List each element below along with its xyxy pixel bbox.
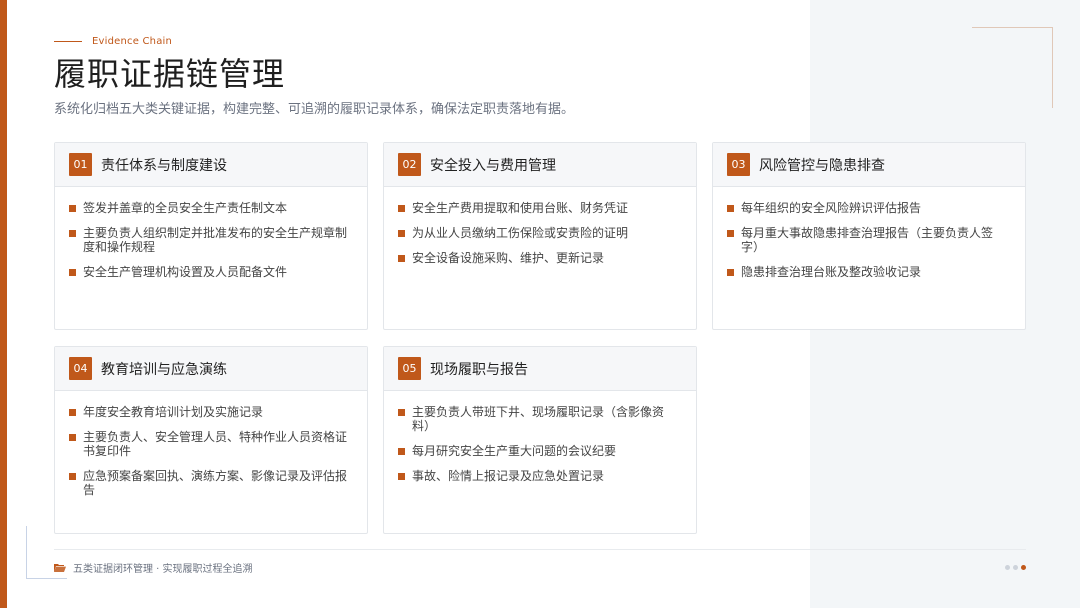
square-bullet-icon — [69, 230, 76, 237]
square-bullet-icon — [727, 205, 734, 212]
list-item-text: 每月研究安全生产重大问题的会议纪要 — [412, 444, 617, 458]
square-bullet-icon — [398, 473, 405, 480]
evidence-card-05: 05 现场履职与报告 主要负责人带班下井、现场履职记录（含影像资料） 每月研究安… — [383, 346, 697, 534]
card-number: 04 — [69, 357, 92, 380]
card-header: 02 安全投入与费用管理 — [384, 143, 696, 187]
card-header: 05 现场履职与报告 — [384, 347, 696, 391]
list-item-text: 安全生产费用提取和使用台账、财务凭证 — [412, 201, 629, 215]
list-item-text: 应急预案备案回执、演练方案、影像记录及评估报告 — [83, 469, 348, 497]
list-item-text: 每年组织的安全风险辨识评估报告 — [741, 201, 922, 215]
list-item: 每年组织的安全风险辨识评估报告 — [727, 201, 1011, 215]
kicker-line — [54, 40, 82, 42]
card-header: 03 风险管控与隐患排查 — [713, 143, 1025, 187]
list-item: 每月重大事故隐患排查治理报告（主要负责人签字） — [727, 226, 1011, 254]
list-item-text: 签发并盖章的全员安全生产责任制文本 — [83, 201, 288, 215]
square-bullet-icon — [69, 473, 76, 480]
kicker: Evidence Chain — [54, 34, 172, 48]
kicker-text: Evidence Chain — [92, 35, 173, 47]
footer-divider — [54, 549, 1026, 550]
list-item: 为从业人员缴纳工伤保险或安责险的证明 — [398, 226, 682, 240]
evidence-card-02: 02 安全投入与费用管理 安全生产费用提取和使用台账、财务凭证 为从业人员缴纳工… — [383, 142, 697, 330]
list-item-text: 为从业人员缴纳工伤保险或安责险的证明 — [412, 226, 629, 240]
card-title: 风险管控与隐患排查 — [759, 157, 885, 174]
list-item-text: 主要负责人带班下井、现场履职记录（含影像资料） — [412, 405, 665, 433]
list-item: 签发并盖章的全员安全生产责任制文本 — [69, 201, 353, 215]
list-item-text: 主要负责人组织制定并批准发布的安全生产规章制度和操作规程 — [83, 226, 348, 254]
list-item: 主要负责人带班下井、现场履职记录（含影像资料） — [398, 405, 682, 433]
card-title: 安全投入与费用管理 — [430, 157, 556, 174]
card-item-list: 年度安全教育培训计划及实施记录 主要负责人、安全管理人员、特种作业人员资格证书复… — [55, 391, 367, 497]
list-item: 每月研究安全生产重大问题的会议纪要 — [398, 444, 682, 458]
square-bullet-icon — [398, 409, 405, 416]
list-item: 年度安全教育培训计划及实施记录 — [69, 405, 353, 419]
list-item-text: 主要负责人、安全管理人员、特种作业人员资格证书复印件 — [83, 430, 348, 458]
square-bullet-icon — [727, 269, 734, 276]
square-bullet-icon — [398, 448, 405, 455]
list-item-text: 安全生产管理机构设置及人员配备文件 — [83, 265, 288, 279]
square-bullet-icon — [398, 230, 405, 237]
list-item-text: 安全设备设施采购、维护、更新记录 — [412, 251, 605, 265]
square-bullet-icon — [727, 230, 734, 237]
list-item: 主要负责人、安全管理人员、特种作业人员资格证书复印件 — [69, 430, 353, 458]
left-accent-bar — [0, 0, 7, 608]
footer-text: 五类证据闭环管理 · 实现履职过程全追溯 — [73, 563, 253, 575]
page-dot-active[interactable] — [1021, 565, 1026, 570]
footer: 五类证据闭环管理 · 实现履职过程全追溯 — [54, 558, 253, 576]
evidence-card-01: 01 责任体系与制度建设 签发并盖章的全员安全生产责任制文本 主要负责人组织制定… — [54, 142, 368, 330]
evidence-card-04: 04 教育培训与应急演练 年度安全教育培训计划及实施记录 主要负责人、安全管理人… — [54, 346, 368, 534]
pagination-dots — [1005, 565, 1029, 570]
card-title: 责任体系与制度建设 — [101, 157, 227, 174]
square-bullet-icon — [69, 434, 76, 441]
folder-open-icon — [54, 563, 66, 572]
card-number: 02 — [398, 153, 421, 176]
list-item: 主要负责人组织制定并批准发布的安全生产规章制度和操作规程 — [69, 226, 353, 254]
list-item: 隐患排查治理台账及整改验收记录 — [727, 265, 1011, 279]
card-title: 教育培训与应急演练 — [101, 361, 227, 378]
card-number: 03 — [727, 153, 750, 176]
evidence-card-03: 03 风险管控与隐患排查 每年组织的安全风险辨识评估报告 每月重大事故隐患排查治… — [712, 142, 1026, 330]
card-item-list: 安全生产费用提取和使用台账、财务凭证 为从业人员缴纳工伤保险或安责险的证明 安全… — [384, 187, 696, 265]
list-item-text: 隐患排查治理台账及整改验收记录 — [741, 265, 922, 279]
card-item-list: 每年组织的安全风险辨识评估报告 每月重大事故隐患排查治理报告（主要负责人签字） … — [713, 187, 1025, 279]
card-item-list: 主要负责人带班下井、现场履职记录（含影像资料） 每月研究安全生产重大问题的会议纪… — [384, 391, 696, 483]
square-bullet-icon — [398, 255, 405, 262]
list-item: 事故、险情上报记录及应急处置记录 — [398, 469, 682, 483]
list-item-text: 年度安全教育培训计划及实施记录 — [83, 405, 264, 419]
list-item-text: 事故、险情上报记录及应急处置记录 — [412, 469, 605, 483]
card-number: 05 — [398, 357, 421, 380]
list-item: 安全生产管理机构设置及人员配备文件 — [69, 265, 353, 279]
corner-decoration-top-right — [972, 27, 1053, 108]
card-number: 01 — [69, 153, 92, 176]
page-title: 履职证据链管理 — [54, 55, 286, 93]
card-item-list: 签发并盖章的全员安全生产责任制文本 主要负责人组织制定并批准发布的安全生产规章制… — [55, 187, 367, 279]
card-header: 01 责任体系与制度建设 — [55, 143, 367, 187]
square-bullet-icon — [69, 269, 76, 276]
square-bullet-icon — [398, 205, 405, 212]
page-dot[interactable] — [1005, 565, 1010, 570]
card-title: 现场履职与报告 — [430, 361, 528, 378]
list-item: 安全设备设施采购、维护、更新记录 — [398, 251, 682, 265]
card-header: 04 教育培训与应急演练 — [55, 347, 367, 391]
page-dot[interactable] — [1013, 565, 1018, 570]
square-bullet-icon — [69, 409, 76, 416]
page-subtitle: 系统化归档五大类关键证据，构建完整、可追溯的履职记录体系，确保法定职责落地有据。 — [54, 102, 575, 117]
list-item-text: 每月重大事故隐患排查治理报告（主要负责人签字） — [741, 226, 994, 254]
square-bullet-icon — [69, 205, 76, 212]
list-item: 应急预案备案回执、演练方案、影像记录及评估报告 — [69, 469, 353, 497]
list-item: 安全生产费用提取和使用台账、财务凭证 — [398, 201, 682, 215]
